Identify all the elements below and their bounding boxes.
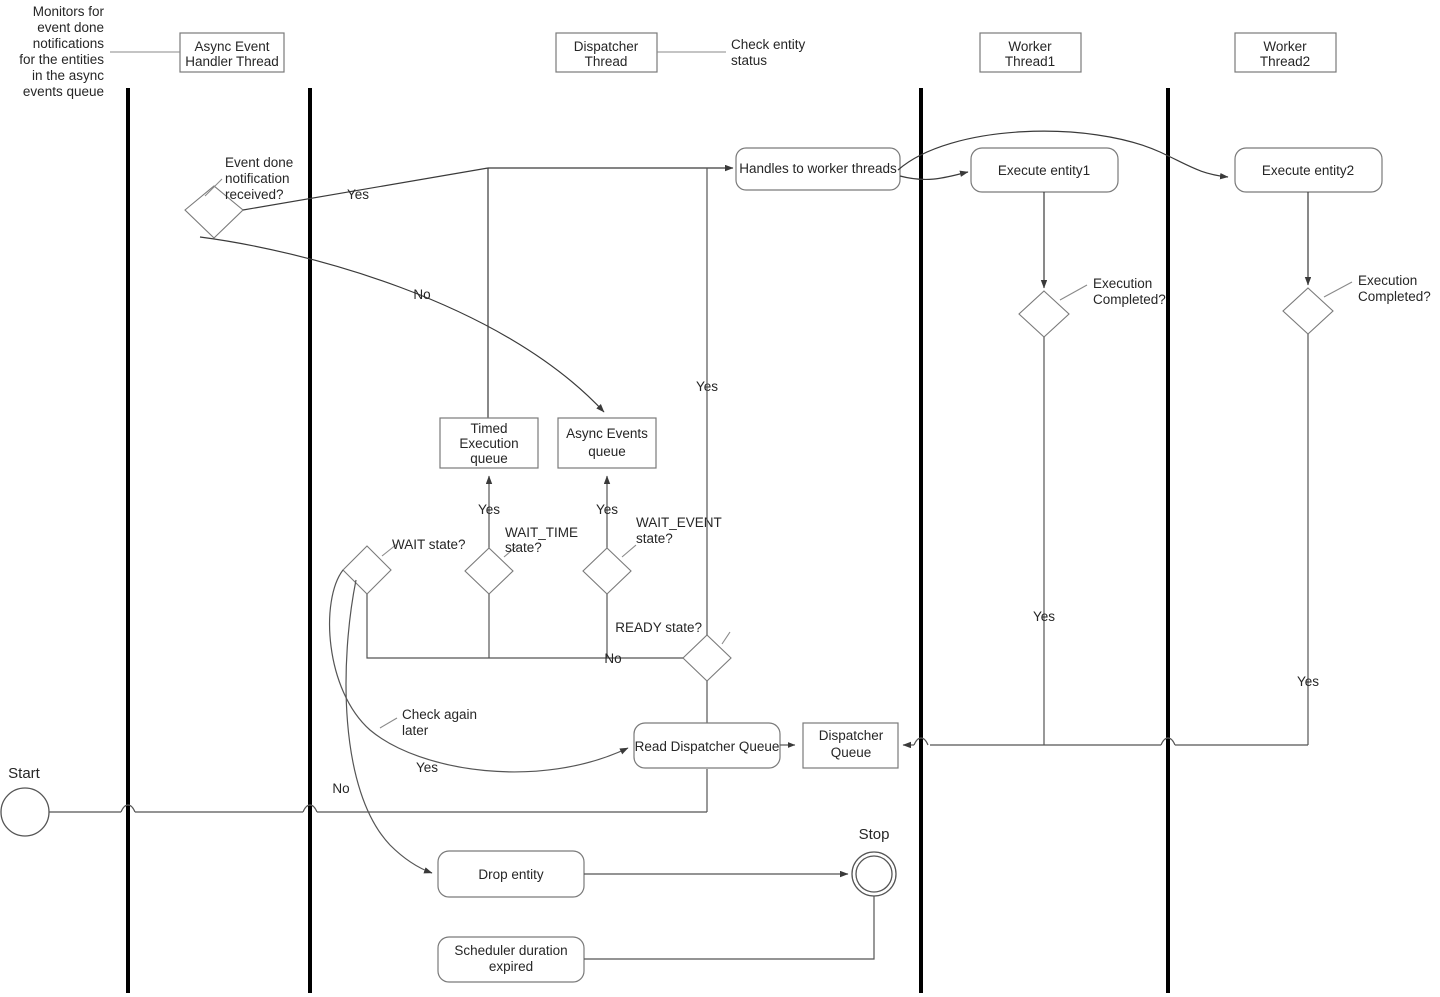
node-label: Execute entity1 — [998, 163, 1090, 178]
decision-label-line2: state? — [636, 531, 673, 546]
decision-leader-line — [621, 544, 637, 558]
lane-header-label-line2: Thread2 — [1260, 54, 1310, 69]
edge-label-check-again-later-l2: later — [402, 723, 429, 738]
decision-label-line2: state? — [505, 540, 542, 555]
decision-wait-state[interactable]: WAIT state? — [342, 537, 466, 595]
decision-label-line1: Event done — [225, 155, 293, 170]
edge-label-wait-time-yes: Yes — [478, 502, 500, 517]
decision-label-line1: WAIT_EVENT — [636, 515, 722, 530]
node-label: Drop entity — [478, 867, 544, 882]
edge-label-wait-state-yes: Yes — [416, 760, 438, 775]
node-label-line1: Async Events — [566, 426, 648, 441]
node-drop-entity[interactable]: Drop entity — [437, 850, 585, 898]
decision-label-line1: Execution — [1093, 276, 1152, 291]
decision-label-line1: READY state? — [615, 620, 702, 635]
decision-label-line2: Completed? — [1358, 289, 1431, 304]
decision-label-line2: notification — [225, 171, 290, 186]
lane-header-label-line1: Dispatcher — [574, 39, 639, 54]
note-line-2: status — [731, 53, 767, 68]
note-line-4: for the entities — [19, 52, 104, 67]
node-label-line1: Timed — [470, 421, 507, 436]
decision-event-done-notification[interactable]: Event done notification received? — [184, 155, 293, 239]
edge-label-ready-state-no: No — [604, 651, 621, 666]
decision-wait-time-state[interactable]: WAIT_TIME state? — [464, 525, 578, 595]
node-timed-execution-queue[interactable]: Timed Execution queue — [439, 417, 539, 469]
lane-header-label-line1: Worker — [1008, 39, 1052, 54]
node-label-line1: Scheduler duration — [454, 943, 567, 958]
lane-header-label-line1: Async Event — [194, 39, 269, 54]
decision-label-line2: Completed? — [1093, 292, 1166, 307]
node-dispatcher-queue[interactable]: Dispatcher Queue — [802, 722, 899, 769]
terminal-stop[interactable]: Stop — [851, 826, 897, 897]
lane-header-worker-1: Worker Thread1 — [979, 32, 1082, 73]
lane-header-label-line2: Thread — [585, 54, 628, 69]
lane-header-label-line2: Thread1 — [1005, 54, 1055, 69]
node-label-line2: queue — [588, 444, 626, 459]
edge-handles-to-execute-entity1 — [899, 170, 969, 181]
check-again-leader — [379, 717, 398, 729]
node-label-line3: queue — [470, 451, 508, 466]
node-label: Handles to worker threads — [739, 161, 897, 176]
edge-label-event-done-no: No — [413, 287, 430, 302]
edge-event-done-no — [199, 236, 605, 413]
annotation-dispatcher-note: Check entity status — [657, 37, 806, 68]
node-read-dispatcher-queue[interactable]: Read Dispatcher Queue — [633, 722, 781, 769]
decision-label-line1: Execution — [1358, 273, 1417, 288]
edge-scheduler-expired-to-stop — [584, 896, 875, 960]
decision-label-line1: WAIT_TIME — [505, 525, 578, 540]
note-line-3: notifications — [33, 36, 105, 51]
lane-header-label-line1: Worker — [1263, 39, 1307, 54]
node-async-events-queue[interactable]: Async Events queue — [557, 417, 657, 469]
node-label: Read Dispatcher Queue — [635, 739, 780, 754]
decision-leader-line — [721, 631, 731, 645]
edge-label-check-again-later-l1: Check again — [402, 707, 477, 722]
edge-label-wait-event-yes: Yes — [596, 502, 618, 517]
stop-label: Stop — [859, 826, 890, 843]
note-line-1: Monitors for — [33, 4, 105, 19]
edge-check-again-later — [329, 569, 629, 773]
node-scheduler-duration-expired[interactable]: Scheduler duration expired — [437, 936, 585, 983]
node-label-line2: Queue — [831, 745, 872, 760]
note-line-6: events queue — [23, 84, 104, 99]
edge-label-exec-completed-2-yes: Yes — [1297, 674, 1319, 689]
node-label-line2: expired — [489, 959, 533, 974]
edge-label-wait-state-no: No — [332, 781, 349, 796]
lane-header-dispatcher: Dispatcher Thread — [555, 32, 658, 73]
decision-leader-line — [1323, 281, 1353, 298]
note-line-1: Check entity — [731, 37, 806, 52]
terminal-start[interactable]: Start — [0, 765, 50, 837]
node-label-line1: Dispatcher — [819, 728, 884, 743]
edge-label-event-done-yes: Yes — [347, 187, 369, 202]
lane-header-label-line2: Handler Thread — [185, 54, 279, 69]
edge-label-exec-completed-1-yes: Yes — [1033, 609, 1055, 624]
annotation-async-handler-note: Monitors for event done notifications fo… — [19, 4, 180, 99]
start-label: Start — [8, 765, 41, 782]
diagram-canvas: Async Event Handler Thread Dispatcher Th… — [0, 0, 1440, 997]
node-label: Execute entity2 — [1262, 163, 1354, 178]
decision-execution-completed-1[interactable]: Execution Completed? — [1018, 276, 1166, 338]
activity-diagram: Async Event Handler Thread Dispatcher Th… — [0, 4, 1431, 993]
node-label-line2: Execution — [459, 436, 518, 451]
node-execute-entity1[interactable]: Execute entity1 — [970, 147, 1119, 193]
decision-label-line3: received? — [225, 187, 284, 202]
node-handles-to-worker-threads[interactable]: Handles to worker threads — [735, 147, 901, 191]
decision-execution-completed-2[interactable]: Execution Completed? — [1282, 273, 1431, 335]
lane-header-worker-2: Worker Thread2 — [1234, 32, 1337, 73]
decision-wait-event-state[interactable]: WAIT_EVENT state? — [582, 515, 722, 595]
note-line-5: in the async — [32, 68, 104, 83]
decision-ready-state[interactable]: READY state? — [615, 620, 732, 682]
decision-leader-line — [1059, 284, 1088, 301]
node-execute-entity2[interactable]: Execute entity2 — [1234, 147, 1383, 193]
decision-label-line1: WAIT state? — [392, 537, 466, 552]
lane-header-async-event-handler: Async Event Handler Thread — [179, 32, 285, 73]
note-line-2: event done — [37, 20, 104, 35]
